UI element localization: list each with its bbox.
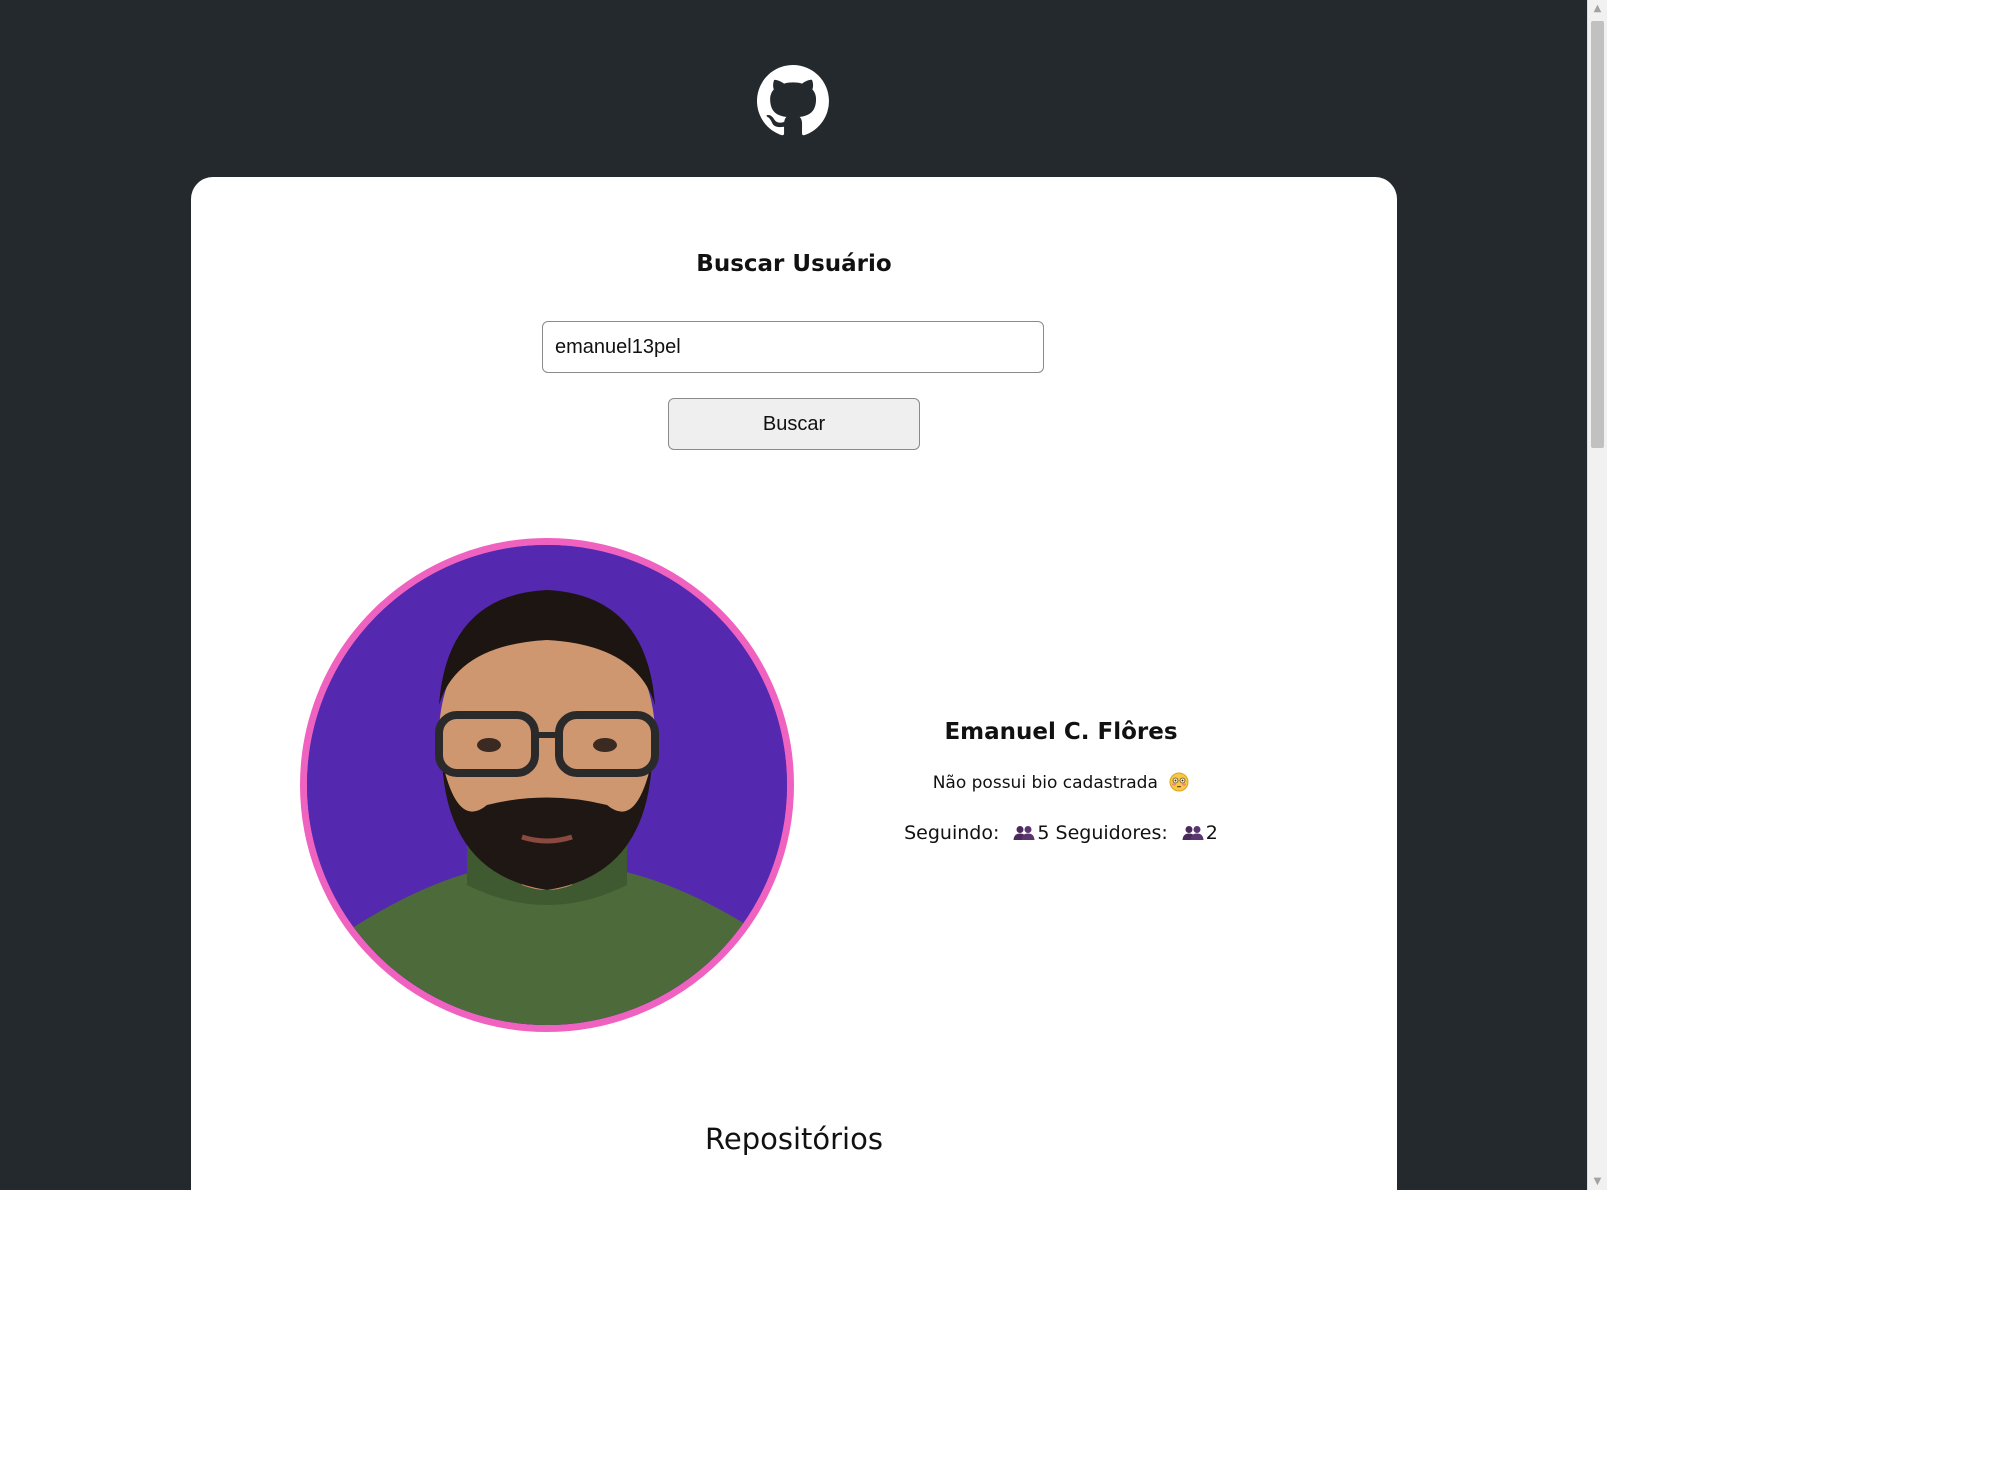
search-button[interactable]: Buscar — [668, 398, 920, 450]
flushed-face-emoji-icon — [1169, 772, 1189, 792]
vertical-scrollbar[interactable]: ▲ ▼ — [1587, 0, 1607, 1190]
scroll-down-arrow-icon[interactable]: ▼ — [1588, 1173, 1607, 1190]
followers-label: Seguidores: — [1055, 822, 1168, 844]
profile-name: Emanuel C. Flôres — [944, 719, 1178, 745]
profile-info: Emanuel C. Flôres Não possui bio cadastr… — [831, 717, 1291, 847]
followers-count: 2 — [1205, 822, 1218, 844]
following-count: 5 — [1037, 822, 1050, 844]
avatar-photo — [307, 545, 787, 1025]
search-title: Buscar Usuário — [696, 251, 892, 277]
people-icon — [1182, 826, 1204, 840]
username-search-input[interactable] — [542, 321, 1044, 373]
profile-bio-text: Não possui bio cadastrada — [932, 773, 1158, 793]
page-viewport: Buscar Usuário Buscar Emanuel C. Fl — [0, 0, 1587, 1190]
people-icon — [1013, 826, 1035, 840]
github-logo-icon — [757, 65, 829, 136]
following-label: Seguindo: — [904, 822, 1000, 844]
scroll-thumb[interactable] — [1591, 21, 1604, 448]
scroll-up-arrow-icon[interactable]: ▲ — [1588, 0, 1607, 17]
search-card: Buscar Usuário Buscar Emanuel C. Fl — [191, 177, 1397, 1190]
profile-stats: Seguindo: 5 Seguidores: 2 — [831, 819, 1291, 847]
profile-bio: Não possui bio cadastrada — [831, 771, 1291, 795]
avatar — [300, 538, 794, 1032]
repositories-title: Repositórios — [705, 1122, 883, 1156]
